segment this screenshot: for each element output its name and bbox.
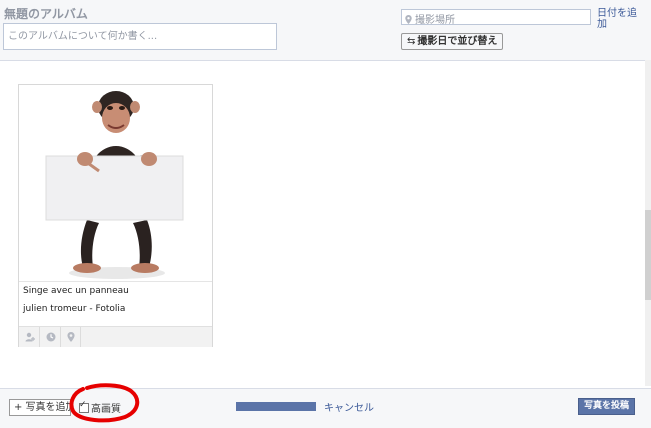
clock-icon bbox=[46, 332, 56, 342]
sort-icon: ⇆ bbox=[407, 36, 416, 47]
sort-by-date-button[interactable]: ⇆ 撮影日で並び替え bbox=[401, 33, 504, 50]
scrollbar[interactable] bbox=[645, 60, 651, 386]
photo-caption-title[interactable]: Singe avec un panneau bbox=[23, 286, 129, 296]
album-header: 無題のアルバム このアルバムについて何か書く... 撮影場所 日付を追加 ⇆ 撮影… bbox=[0, 0, 651, 61]
add-date-link[interactable]: 日付を追加 bbox=[597, 8, 641, 30]
sort-label: 撮影日で並び替え bbox=[417, 36, 498, 47]
photo-card-toolbar bbox=[19, 326, 212, 347]
location-pin-icon bbox=[405, 15, 412, 24]
upload-progress-bar bbox=[236, 402, 316, 411]
red-annotation-circle bbox=[69, 383, 140, 423]
photo-caption-credit[interactable]: julien tromeur - Fotolia bbox=[23, 304, 125, 314]
card-separator bbox=[19, 281, 212, 282]
monkey-photo[interactable] bbox=[19, 85, 212, 281]
location-placeholder: 撮影場所 bbox=[415, 15, 455, 26]
album-description-field[interactable]: このアルバムについて何か書く... bbox=[3, 23, 277, 50]
photo-location-button[interactable] bbox=[61, 327, 81, 347]
upload-progress-fill bbox=[236, 402, 316, 411]
add-photos-button[interactable]: + 写真を追加 bbox=[9, 399, 71, 416]
scrollbar-thumb[interactable] bbox=[645, 210, 651, 300]
time-button[interactable] bbox=[40, 327, 61, 347]
tag-person-icon bbox=[25, 332, 35, 342]
location-input[interactable]: 撮影場所 bbox=[401, 9, 591, 26]
cancel-link[interactable]: キャンセル bbox=[324, 399, 374, 414]
location-pin-icon bbox=[67, 332, 75, 342]
post-photos-button[interactable]: 写真を投稿 bbox=[578, 398, 636, 415]
tag-person-button[interactable] bbox=[19, 327, 40, 347]
album-title[interactable]: 無題のアルバム bbox=[4, 5, 88, 22]
photo-card[interactable]: Singe avec un panneau julien tromeur - F… bbox=[18, 84, 213, 347]
